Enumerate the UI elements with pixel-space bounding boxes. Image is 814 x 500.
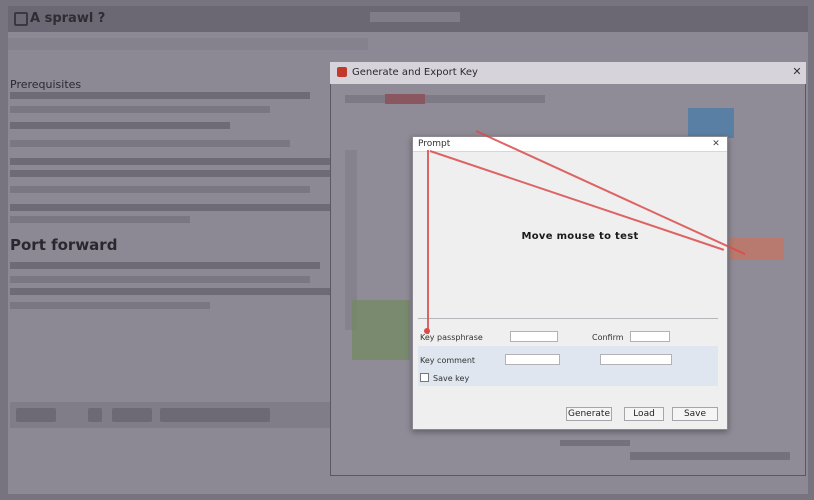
comment-label: Key comment xyxy=(420,356,476,365)
annotation-marker xyxy=(424,328,430,334)
background-button xyxy=(160,408,270,422)
middle-dialog-icon xyxy=(337,67,347,77)
middle-dialog-footer-text xyxy=(630,452,790,460)
confirm-label: Confirm xyxy=(592,333,624,342)
save-button[interactable]: Save xyxy=(672,407,718,421)
prompt-message: Move mouse to test xyxy=(521,231,639,242)
prompt-title: Prompt xyxy=(418,139,451,149)
save-key-checkbox[interactable] xyxy=(420,373,429,382)
background-button xyxy=(88,408,102,422)
save-key-label: Save key xyxy=(433,374,470,383)
close-icon[interactable]: ✕ xyxy=(790,65,804,79)
text-line xyxy=(10,204,330,211)
text-line xyxy=(10,262,320,269)
background-section-heading: Port forward xyxy=(10,236,118,254)
app-icon xyxy=(14,12,28,26)
annotation-line xyxy=(427,150,429,334)
comment-input[interactable] xyxy=(505,354,560,365)
middle-dialog-active-tab xyxy=(385,94,425,104)
text-line xyxy=(10,276,310,283)
background-menu xyxy=(370,12,460,22)
passphrase-input[interactable] xyxy=(510,331,558,342)
close-icon[interactable]: ✕ xyxy=(710,138,722,150)
passphrase-label: Key passphrase xyxy=(420,333,483,342)
text-line xyxy=(10,92,310,99)
text-line xyxy=(10,106,270,113)
middle-dialog-selected-item xyxy=(688,108,734,138)
text-line xyxy=(10,122,230,129)
confirm-input[interactable] xyxy=(630,331,670,342)
middle-dialog-footer-text xyxy=(560,440,630,446)
text-line xyxy=(10,186,310,193)
middle-dialog-tabs xyxy=(345,95,545,103)
middle-dialog-title: Generate and Export Key xyxy=(352,67,478,78)
background-window-title: A sprawl ? xyxy=(30,11,106,26)
background-button xyxy=(112,408,152,422)
divider xyxy=(418,318,718,319)
load-button[interactable]: Load xyxy=(624,407,664,421)
text-line xyxy=(10,216,190,223)
text-line xyxy=(10,140,290,147)
comment-extra-input[interactable] xyxy=(600,354,672,365)
prompt-titlebar xyxy=(413,137,727,152)
text-line xyxy=(10,302,210,309)
middle-dialog-panel xyxy=(352,300,410,360)
text-line xyxy=(10,158,330,165)
generate-button[interactable]: Generate xyxy=(566,407,612,421)
text-line xyxy=(10,288,330,295)
text-line xyxy=(10,170,330,177)
background-toolbar xyxy=(8,38,368,50)
background-heading: Prerequisites xyxy=(10,78,82,91)
background-button xyxy=(16,408,56,422)
